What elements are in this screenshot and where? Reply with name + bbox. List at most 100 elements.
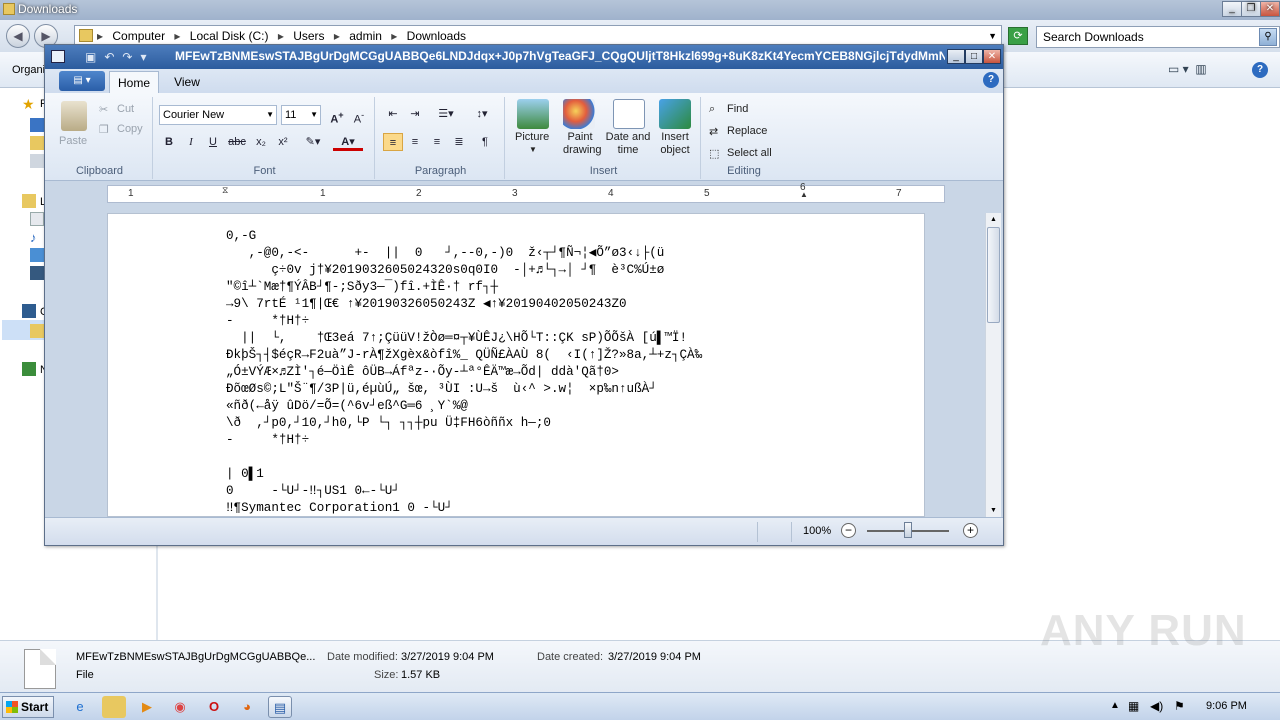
clock[interactable]: 9:06 PM [1206, 700, 1247, 712]
tab-view[interactable]: View [165, 71, 209, 93]
paste-icon[interactable] [61, 101, 87, 131]
scroll-down-arrow-icon[interactable]: ▼ [987, 504, 1000, 517]
ie-icon[interactable]: e [68, 696, 92, 718]
select-all-button[interactable]: Select all [727, 147, 772, 159]
opera-icon[interactable]: O [202, 696, 226, 718]
document-line[interactable]: - *†H†÷ [226, 432, 702, 449]
wordpad-app-icon[interactable] [51, 50, 65, 63]
insert-object-button[interactable]: Insert object [655, 131, 695, 157]
wordpad-icon[interactable]: ▤ [268, 696, 292, 718]
media-player-icon[interactable]: ▶ [135, 696, 159, 718]
font-size-select[interactable]: 11 ▼ [281, 105, 321, 125]
align-center-button[interactable]: ≡ [405, 133, 425, 151]
document-line[interactable]: →9\ 7rtÉ ¹1¶|Œ€ ↑¥20190326050243Z ◀↑¥201… [226, 296, 702, 313]
pictures-icon[interactable] [30, 248, 44, 262]
help-icon[interactable]: ? [1252, 62, 1268, 78]
copy-button[interactable]: Copy [117, 123, 143, 135]
help-icon[interactable]: ? [983, 72, 999, 88]
chrome-icon[interactable]: ◉ [168, 696, 192, 718]
network-icon[interactable] [22, 362, 36, 376]
start-button[interactable]: Start [2, 696, 54, 718]
document-line[interactable]: \ð ,┘p0,┘10,┘h0,└P └┐ ┐┐┼pu Ü‡FH6òññx h—… [226, 415, 702, 432]
vertical-scrollbar[interactable]: ▲ ▼ [985, 213, 1001, 517]
document-line[interactable]: | 0▌1 [226, 466, 702, 483]
line-spacing-button[interactable]: ↕▾ [467, 105, 497, 123]
breadcrumb-local-disk[interactable]: Local Disk (C:) [190, 29, 269, 43]
maximize-button[interactable]: □ [965, 49, 983, 64]
action-center-flag-icon[interactable]: ⚑ [1174, 699, 1185, 713]
zoom-level[interactable]: 100% [803, 525, 831, 537]
calendar-icon[interactable] [613, 99, 645, 129]
superscript-button[interactable]: x² [273, 133, 293, 151]
document-line[interactable]: || └, †Œ3eá 7↑;ÇüüV!žÒø═¤┬¥ÙÊJ¿\HÕ└T::ÇK… [226, 330, 702, 347]
binoculars-icon[interactable]: ⌕ [709, 103, 715, 116]
close-button[interactable]: ✕ [1260, 1, 1280, 17]
favorites-star-icon[interactable]: ★ [22, 96, 36, 112]
document-text[interactable]: 0,-G ,-@0,-<- +- || 0 ┘,--0,-)0 ž‹┬┘¶Ñ¬¦… [226, 228, 702, 516]
document-page[interactable]: 0,-G ,-@0,-<- +- || 0 ┘,--0,-)0 ž‹┬┘¶Ñ¬¦… [107, 213, 925, 517]
document-line[interactable]: «ñð(←åÿ ûDö/=Õ=(^6v┘eß^G═6 ¸Y`%@ [226, 398, 702, 415]
replace-icon[interactable]: ⇄ [709, 125, 718, 138]
strikethrough-button[interactable]: abc [227, 133, 247, 151]
document-line[interactable]: 0 -└U┘-‼┐US1 0←-└U┘ [226, 483, 702, 500]
chevron-down-icon[interactable]: ▼ [988, 26, 997, 46]
document-line[interactable]: 0,-G [226, 228, 702, 245]
network-tray-icon[interactable]: ▦ [1128, 699, 1139, 713]
search-input[interactable]: Search Downloads ⚲ [1036, 26, 1280, 48]
zoom-in-button[interactable]: + [963, 523, 978, 538]
underline-button[interactable]: U [203, 133, 223, 151]
font-color-button[interactable]: A▾ [333, 133, 363, 151]
volume-icon[interactable]: ◀) [1150, 699, 1163, 713]
insert-object-icon[interactable] [659, 99, 691, 129]
minimize-button[interactable]: _ [947, 49, 965, 64]
documents-icon[interactable] [30, 212, 44, 226]
recent-places-icon[interactable] [30, 154, 44, 168]
font-family-select[interactable]: Courier New ▼ [159, 105, 277, 125]
zoom-out-button[interactable]: − [841, 523, 856, 538]
ruler[interactable]: 1 ⧖ 1 2 3 4 5 ▲ 6 7 [107, 182, 945, 203]
justify-button[interactable]: ≣ [449, 133, 469, 151]
picture-icon[interactable] [517, 99, 549, 129]
view-options-icon[interactable]: ▭ ▾ ▥ [1168, 62, 1207, 76]
zoom-slider-thumb[interactable] [904, 522, 912, 538]
firefox-icon[interactable]: ◕ [235, 696, 259, 718]
organize-button[interactable]: Organi [12, 64, 45, 76]
subscript-button[interactable]: x₂ [251, 133, 271, 151]
breadcrumb-users[interactable]: Users [293, 29, 324, 43]
breadcrumb-downloads[interactable]: Downloads [407, 29, 466, 43]
bullets-button[interactable]: ☰▾ [431, 105, 461, 123]
paste-button[interactable]: Paste [59, 135, 87, 147]
document-line[interactable] [226, 449, 702, 466]
paint-drawing-button[interactable]: Paint drawing [563, 131, 602, 157]
videos-icon[interactable] [30, 266, 44, 280]
shrink-font-button[interactable]: A- [349, 106, 369, 126]
align-right-button[interactable]: ≡ [427, 133, 447, 151]
back-button[interactable]: ◀ [6, 24, 30, 48]
decrease-indent-button[interactable]: ⇤ [383, 105, 403, 123]
document-line[interactable]: ç÷0v j†¥2019032605024320s0q0I0 -│+♬└┐→│ … [226, 262, 702, 279]
scroll-up-arrow-icon[interactable]: ▲ [987, 213, 1000, 226]
cut-button[interactable]: Cut [117, 103, 134, 115]
copy-icon[interactable]: ❐ [99, 123, 109, 136]
tray-expand-icon[interactable]: ▲ [1110, 700, 1120, 711]
find-button[interactable]: Find [727, 103, 748, 115]
wordpad-titlebar[interactable]: ▣↶↷▾ MFEwTzBNMEswSTAJBgUrDgMCGgUABBQe6LN… [45, 45, 1003, 69]
application-menu-button[interactable]: ▤ ▾ [59, 71, 105, 91]
replace-button[interactable]: Replace [727, 125, 767, 137]
scroll-thumb[interactable] [987, 227, 1000, 323]
date-time-button[interactable]: Date and time [603, 131, 653, 157]
close-button[interactable]: ✕ [983, 49, 1001, 64]
tab-home[interactable]: Home [109, 71, 159, 93]
quick-access-toolbar[interactable]: ▣↶↷▾ [85, 50, 154, 64]
document-line[interactable]: ,-@0,-<- +- || 0 ┘,--0,-)0 ž‹┬┘¶Ñ¬¦◀Õ”ø3… [226, 245, 702, 262]
chevron-down-icon[interactable]: ▼ [529, 145, 537, 154]
document-line[interactable]: - *†H†÷ [226, 313, 702, 330]
libraries-icon[interactable] [22, 194, 36, 208]
document-line[interactable]: ÐkþŠ┐┤$éçR→F2uà”J-rÀ¶žXgèx&òfî%_ QÜÑ£ÀAÙ… [226, 347, 702, 364]
bold-button[interactable]: B [159, 133, 179, 151]
local-disk-icon[interactable] [30, 324, 44, 338]
grow-font-button[interactable]: A+ [327, 106, 347, 126]
picture-button[interactable]: Picture [515, 131, 549, 143]
desktop-icon[interactable] [30, 118, 44, 132]
document-line[interactable]: ÐõœØs©;L"Š¨¶/3P|ü,éµùÚ„ šœ, ³ÙI :U→š ù‹^… [226, 381, 702, 398]
